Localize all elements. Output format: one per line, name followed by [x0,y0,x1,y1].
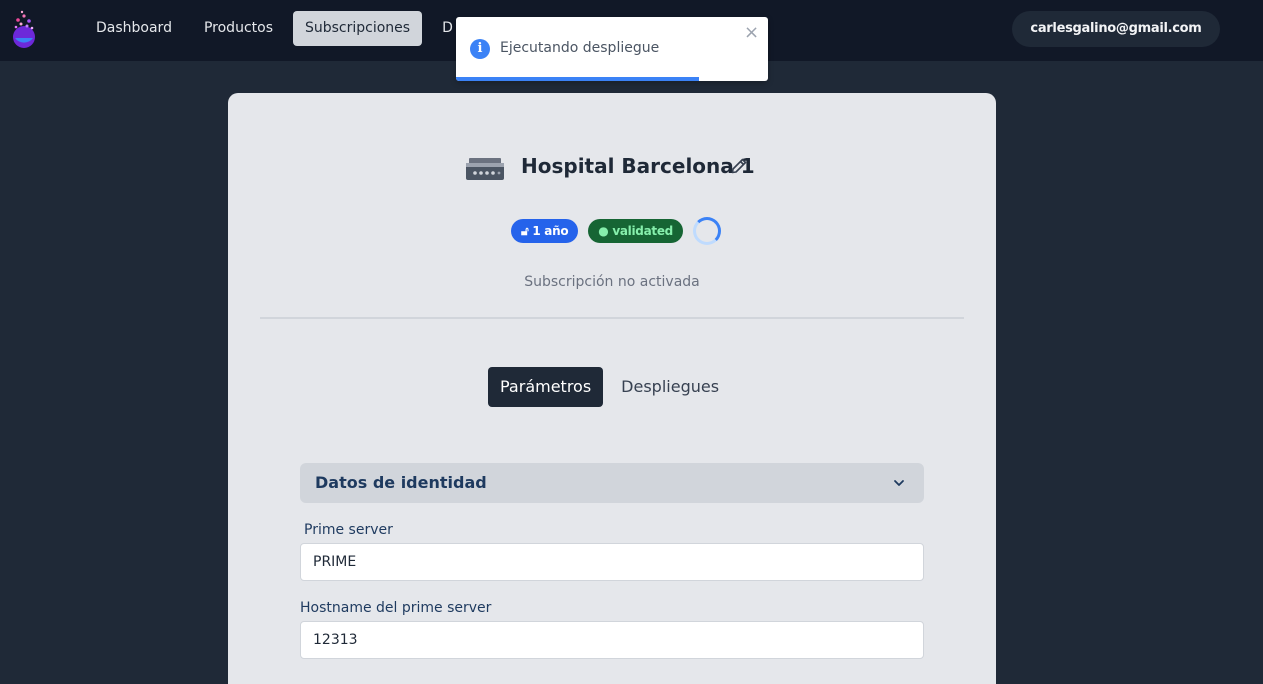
divider [260,317,964,319]
status-badge: ● validated [588,219,683,243]
tab-bar: Parámetros Despliegues [488,367,731,407]
identity-section-header[interactable]: Datos de identidad [300,463,924,503]
page-title: Hospital Barcelona 1 [521,154,755,178]
tab-despliegues[interactable]: Despliegues [609,367,731,407]
prime-server-label: Prime server [304,522,393,538]
hostname-input[interactable] [300,621,924,659]
toast-progress-bar [456,77,768,81]
server-icon [466,158,504,180]
info-icon: i [470,39,490,59]
toast-progress-fill [456,77,700,81]
plan-badge: 🔓︎ 1 año [511,219,579,243]
prime-server-input[interactable] [300,543,924,581]
status-dot-icon: ● [598,224,609,238]
pencil-icon[interactable] [730,157,748,175]
main-nav: Dashboard Productos Subscripciones D [84,11,465,46]
app-logo[interactable] [10,8,38,50]
loading-spinner-icon [692,217,721,245]
notification-toast: i Ejecutando despliegue × [456,17,768,81]
lock-icon: 🔓︎ [521,224,529,238]
toast-message: Ejecutando despliegue [500,40,660,56]
user-menu-button[interactable]: carlesgalino@gmail.com [1012,11,1220,47]
subscription-status-text: Subscripción no activada [524,274,700,290]
nav-productos[interactable]: Productos [192,11,285,46]
nav-dashboard[interactable]: Dashboard [84,11,184,46]
nav-subscripciones[interactable]: Subscripciones [292,11,423,46]
plan-badge-label: 1 año [532,224,569,238]
status-badge-label: validated [612,224,673,238]
badge-row: 🔓︎ 1 año ● validated [511,217,721,245]
hostname-label: Hostname del prime server [300,600,492,616]
close-icon[interactable]: × [744,24,759,42]
section-title: Datos de identidad [315,473,487,492]
chevron-down-icon [894,480,904,486]
subscription-card: Hospital Barcelona 1 🔓︎ 1 año ● validate… [228,93,996,684]
tab-parametros[interactable]: Parámetros [488,367,604,407]
